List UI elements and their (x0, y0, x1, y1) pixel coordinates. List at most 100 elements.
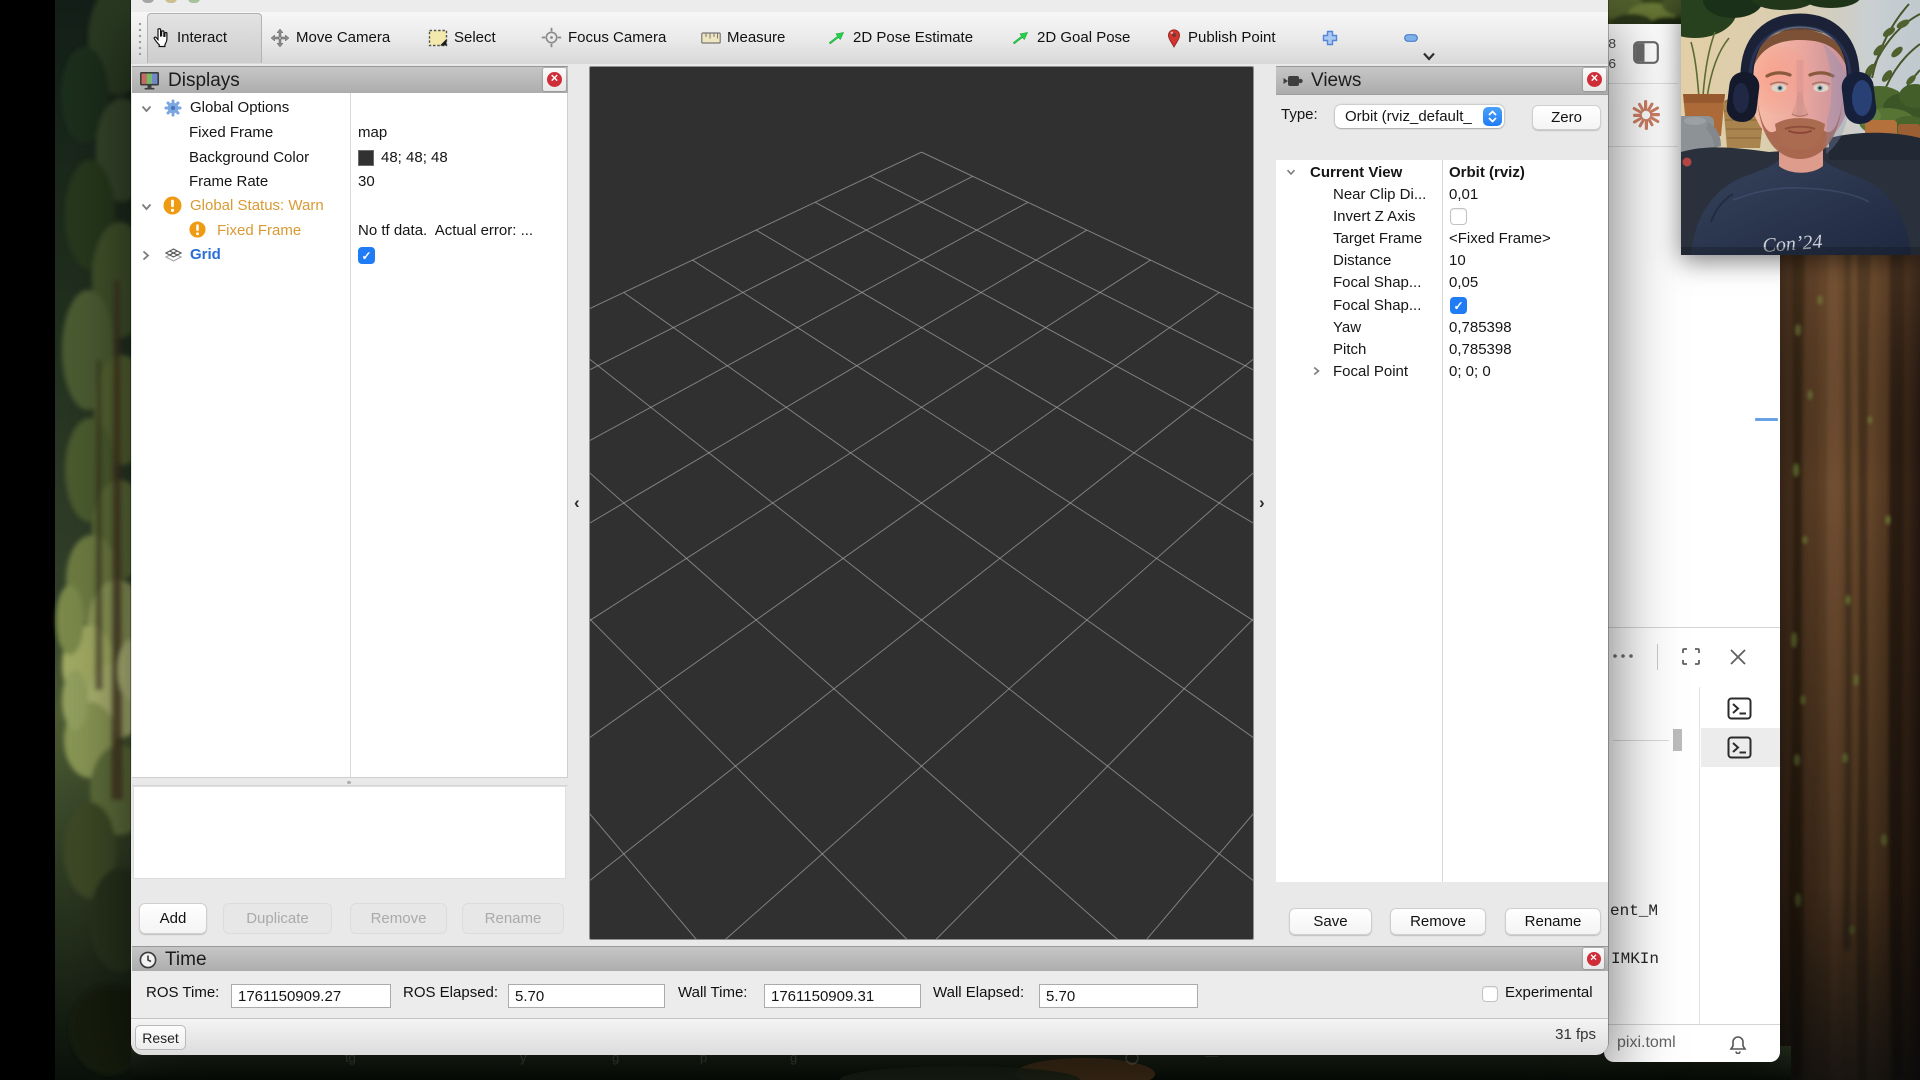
zero-button[interactable]: Zero (1532, 105, 1601, 130)
expander-icon[interactable] (142, 250, 150, 261)
tree-row-global-status[interactable]: Global Status: Warn (132, 194, 568, 219)
terminal-icon-2[interactable] (1727, 736, 1752, 759)
views-row-focal-point[interactable]: Focal Point 0; 0; 0 (1276, 361, 1608, 383)
add-display-label: Add (160, 910, 187, 927)
tool-publish-point[interactable]: Publish Point (1166, 12, 1276, 63)
views-row-target-frame[interactable]: Target Frame <Fixed Frame> (1276, 228, 1608, 250)
tool-measure[interactable]: Measure (701, 12, 785, 63)
traffic-light-minimize[interactable] (165, 0, 177, 3)
terminal-splitter (1613, 740, 1669, 741)
tree-row-frame-rate[interactable]: Frame Rate 30 (132, 169, 568, 194)
reset-button[interactable]: Reset (135, 1025, 186, 1050)
row-value[interactable]: map (358, 124, 563, 141)
views-row-current-view[interactable]: Current View Orbit (rviz) (1276, 162, 1608, 184)
tree-row-grid[interactable]: Grid ✓ (132, 243, 568, 268)
row-value[interactable]: 0,01 (1449, 186, 1604, 203)
terminal-icon-1[interactable] (1727, 697, 1752, 720)
expander-icon[interactable] (1313, 366, 1320, 376)
collapse-left-panel-arrow[interactable]: ‹ (574, 493, 580, 513)
expander-icon[interactable] (141, 203, 152, 211)
grid-enabled-checkbox[interactable]: ✓ (358, 247, 375, 264)
ros-time-field[interactable]: 1761150909.27 (231, 984, 391, 1008)
time-panel-header[interactable]: Time ✕ (132, 946, 1608, 973)
remove-view-button[interactable]: Remove (1390, 908, 1486, 935)
row-label: Yaw (1333, 319, 1361, 336)
statusbar-file[interactable]: pixi.toml (1617, 1034, 1676, 1052)
plus-icon (1322, 30, 1338, 46)
toolbar-overflow-chevron[interactable] (1422, 52, 1436, 61)
displays-splitter[interactable] (132, 777, 568, 786)
tree-row-global-options[interactable]: Global Options (132, 96, 568, 121)
more-actions-icon[interactable] (1612, 652, 1636, 660)
time-close-button[interactable]: ✕ (1583, 948, 1604, 969)
tool-interact-label: Interact (177, 29, 227, 46)
views-row-focal-shape-size[interactable]: Focal Shap... 0,05 (1276, 272, 1608, 294)
3d-viewport[interactable] (589, 66, 1254, 940)
tree-row-fixed-frame-warning[interactable]: Fixed Frame No tf data. Actual error: ..… (132, 218, 568, 243)
displays-close-button[interactable]: ✕ (543, 68, 566, 91)
traffic-light-close[interactable] (142, 0, 154, 3)
rename-view-button[interactable]: Rename (1505, 908, 1601, 935)
traffic-light-zoom[interactable] (188, 0, 200, 3)
row-value[interactable]: 48; 48; 48 (381, 149, 563, 166)
focal-shape-checkbox[interactable]: ✓ (1450, 297, 1467, 314)
row-label: Near Clip Di... (1333, 186, 1426, 203)
view-type-dropdown[interactable]: Orbit (rviz_default_ (1335, 105, 1504, 128)
experimental-checkbox[interactable] (1482, 986, 1498, 1002)
maximize-panel-icon[interactable] (1681, 647, 1701, 666)
displays-panel-header[interactable]: Displays ✕ (132, 66, 568, 95)
views-panel-header[interactable]: Views ✕ (1276, 66, 1608, 95)
tool-select[interactable]: Select (428, 12, 496, 63)
invert-z-checkbox[interactable] (1450, 208, 1467, 225)
remove-display-button[interactable]: Remove (350, 903, 447, 934)
sidebar-separator-2 (1606, 146, 1678, 147)
tool-move-camera-label: Move Camera (296, 29, 390, 46)
row-label[interactable]: Grid (190, 246, 221, 263)
save-view-button[interactable]: Save (1289, 908, 1372, 935)
ros-elapsed-field[interactable]: 5.70 (508, 984, 665, 1008)
row-value[interactable]: 30 (358, 173, 563, 190)
tool-focus-camera[interactable]: Focus Camera (541, 12, 666, 63)
add-tool-button[interactable] (1322, 12, 1338, 63)
expander-icon[interactable] (1286, 169, 1296, 176)
expander-icon[interactable] (141, 105, 152, 113)
collapse-right-panel-arrow[interactable]: › (1259, 493, 1265, 513)
color-swatch[interactable] (358, 150, 374, 166)
tool-interact[interactable]: Interact (151, 12, 227, 63)
close-panel-icon[interactable] (1729, 648, 1747, 666)
views-row-pitch[interactable]: Pitch 0,785398 (1276, 339, 1608, 361)
tool-move-camera[interactable]: Move Camera (270, 12, 390, 63)
row-value[interactable]: <Fixed Frame> (1449, 230, 1604, 247)
wall-time-field[interactable]: 1761150909.31 (764, 984, 921, 1008)
rename-display-button[interactable]: Rename (462, 903, 564, 934)
add-display-button[interactable]: Add (139, 903, 207, 934)
remove-tool-button[interactable] (1404, 12, 1418, 63)
views-row-yaw[interactable]: Yaw 0,785398 (1276, 317, 1608, 339)
row-value[interactable]: 0; 0; 0 (1449, 363, 1604, 380)
row-value[interactable]: 0,785398 (1449, 341, 1604, 358)
views-row-distance[interactable]: Distance 10 (1276, 250, 1608, 272)
views-row-near-clip[interactable]: Near Clip Di... 0,01 (1276, 184, 1608, 206)
views-close-button[interactable]: ✕ (1583, 68, 1606, 91)
terminal-scrollbar[interactable] (1673, 729, 1682, 751)
terminal-name-1[interactable]: ent_M (1610, 902, 1658, 920)
row-value[interactable]: 10 (1449, 252, 1604, 269)
toggle-sidebar-icon[interactable] (1633, 41, 1659, 64)
row-value[interactable]: No tf data. Actual error: ... (358, 222, 566, 239)
terminal-name-2[interactable]: IMKIn (1611, 950, 1659, 968)
views-row-focal-shape-fixed[interactable]: Focal Shap... ✓ (1276, 295, 1608, 317)
row-value[interactable]: 0,785398 (1449, 319, 1604, 336)
row-value[interactable]: 0,05 (1449, 274, 1604, 291)
bell-icon[interactable] (1728, 1035, 1748, 1054)
tool-2d-pose-estimate[interactable]: 2D Pose Estimate (826, 12, 973, 63)
claude-asterisk-icon[interactable] (1628, 99, 1664, 131)
duplicate-display-button[interactable]: Duplicate (223, 903, 332, 934)
ros-elapsed-label: ROS Elapsed: (403, 984, 498, 1001)
tree-row-fixed-frame[interactable]: Fixed Frame map (132, 120, 568, 145)
tool-2d-goal-pose[interactable]: 2D Goal Pose (1010, 12, 1130, 63)
toolbar-drag-handle[interactable] (138, 21, 142, 55)
tree-row-background-color[interactable]: Background Color 48; 48; 48 (132, 145, 568, 170)
wall-elapsed-field[interactable]: 5.70 (1039, 984, 1198, 1008)
ros-time-label: ROS Time: (146, 984, 219, 1001)
views-row-invert-z[interactable]: Invert Z Axis (1276, 206, 1608, 228)
